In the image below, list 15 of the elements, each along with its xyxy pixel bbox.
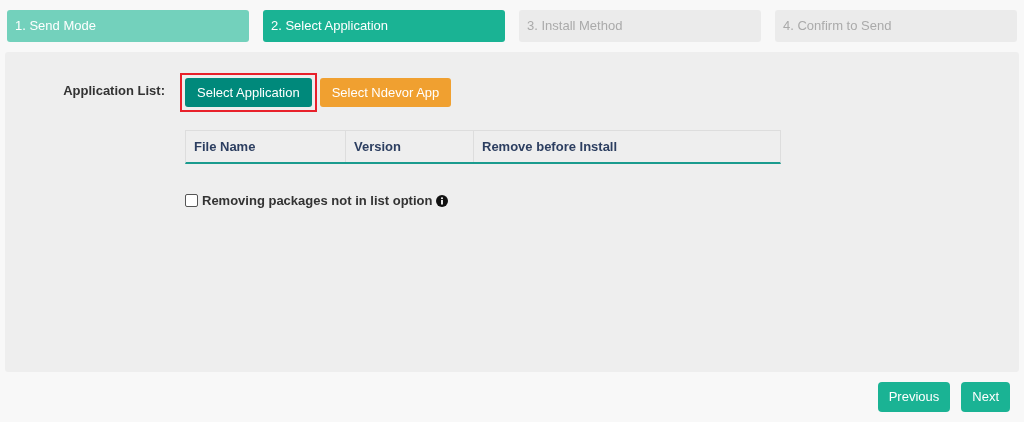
select-app-button[interactable]: Select Ndevor App (319, 78, 452, 107)
checkbox-label[interactable]: Removing packages not in list option (202, 191, 433, 211)
select-application-button[interactable]: Select Application (185, 78, 312, 107)
column-header: File Name (186, 131, 346, 162)
step-tab[interactable]: 1. Send Mode (7, 10, 249, 42)
checkbox[interactable] (185, 194, 198, 208)
previous-button[interactable]: Previous (877, 382, 951, 412)
step-tab[interactable]: 4. Confirm to Send (775, 10, 1017, 42)
step-tab[interactable]: 2. Select Application (263, 10, 505, 42)
step-tab[interactable]: 3. Install Method (519, 10, 761, 42)
info-icon[interactable] (436, 194, 449, 207)
column-header: Version (346, 131, 474, 162)
field-label: Application List: (63, 83, 165, 98)
next-button[interactable]: Next (961, 382, 1010, 412)
column-header: Remove before Install (481, 137, 619, 156)
